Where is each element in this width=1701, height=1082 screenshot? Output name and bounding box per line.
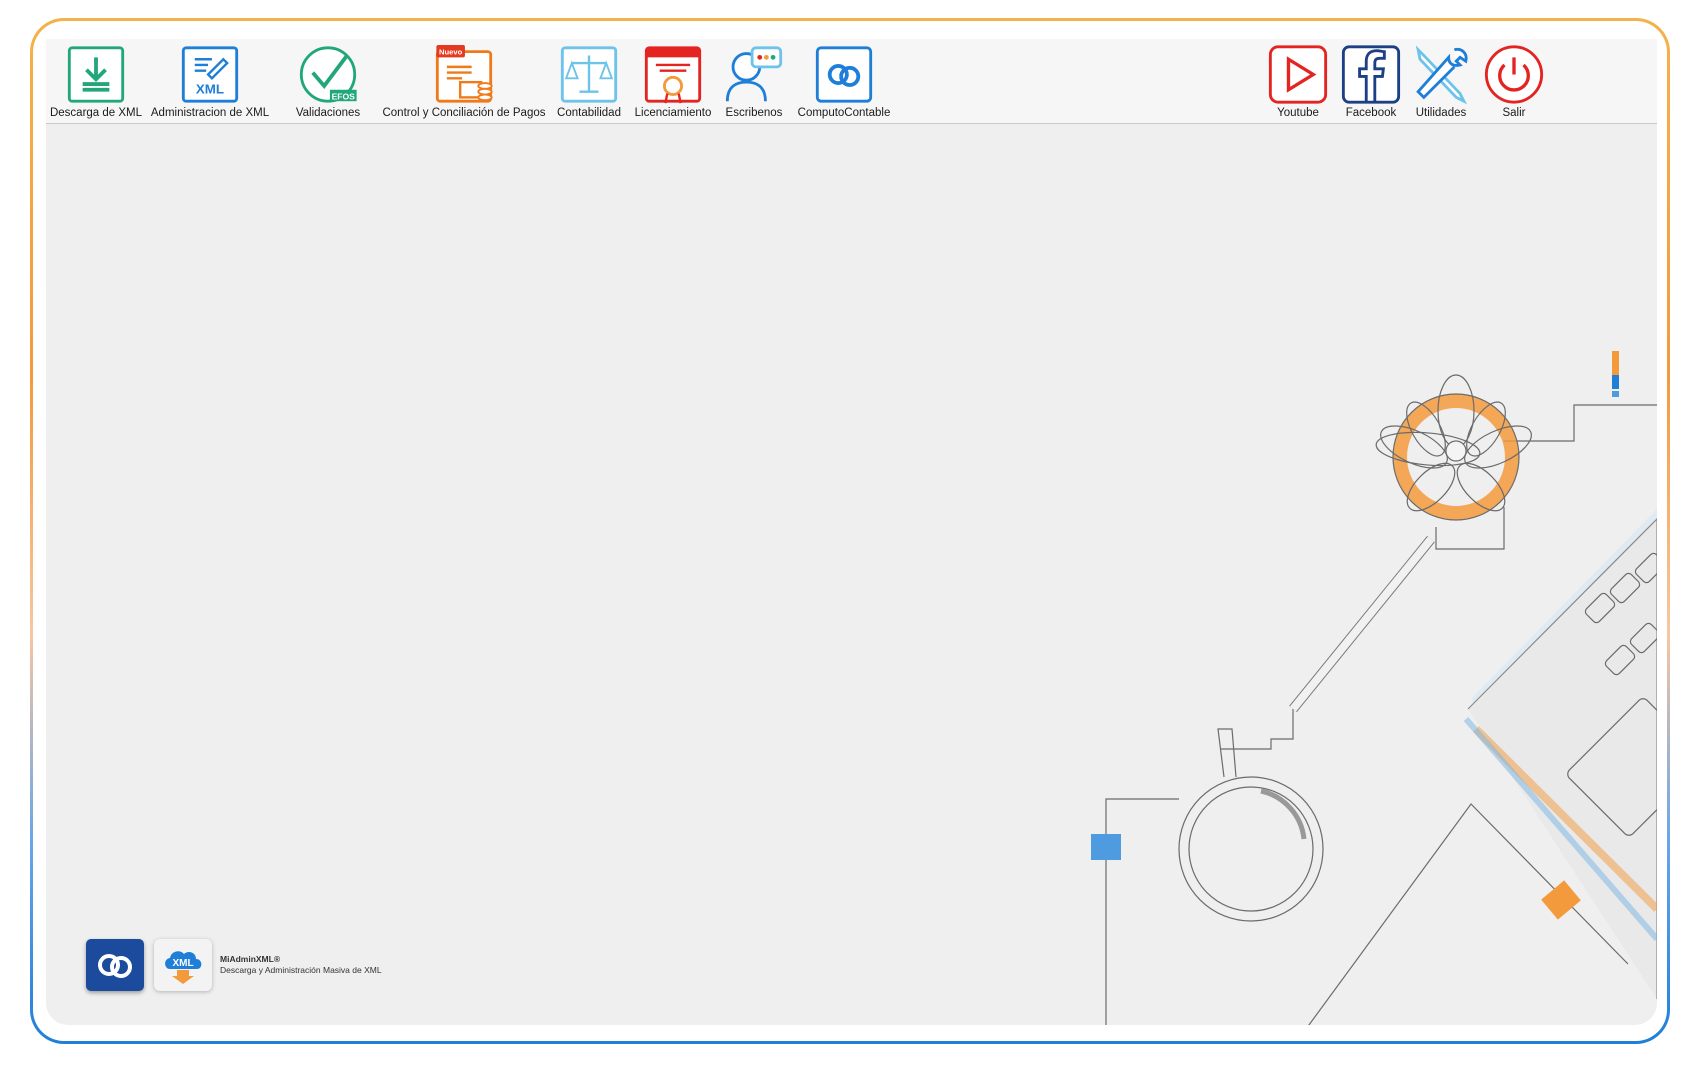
toolbar-administracion-xml[interactable]: XML Administracion de XML <box>150 44 270 120</box>
toolbar-descarga-xml[interactable]: Descarga de XML <box>49 44 143 120</box>
nuevo-badge: Nuevo <box>439 47 463 56</box>
toolbar-utilidades[interactable]: Utilidades <box>1408 44 1474 120</box>
toolbar-item-label: Contabilidad <box>557 107 621 119</box>
app-window-frame: Descarga de XML XML Administracion de XM… <box>30 18 1670 1044</box>
toolbar-item-label: Youtube <box>1277 107 1319 119</box>
toolbar-youtube[interactable]: Youtube <box>1266 44 1330 120</box>
miadminxml-logo: XML <box>154 939 212 991</box>
toolbar-item-label: Administracion de XML <box>150 107 270 119</box>
toolbar-item-label: Escribenos <box>725 107 783 119</box>
brand-name: MiAdminXML® <box>220 954 281 964</box>
toolbar-facebook[interactable]: Facebook <box>1336 44 1406 120</box>
toolbar-salir[interactable]: Salir <box>1482 44 1546 120</box>
toolbar-computo-contable[interactable]: ComputoContable <box>796 44 892 120</box>
toolbar-licenciamiento[interactable]: Licenciamiento <box>630 44 716 120</box>
toolbar-item-label: Utilidades <box>1415 107 1467 119</box>
license-certificate-icon <box>644 46 702 104</box>
window-inner: Descarga de XML XML Administracion de XM… <box>33 21 1667 1041</box>
toolbar-escribenos[interactable]: Escribenos <box>720 44 788 120</box>
toolbar-control-conciliacion-pagos[interactable]: Nuevo Control y Conciliación de Pagos <box>378 44 550 120</box>
infinity-logo-icon <box>98 954 132 978</box>
facebook-icon <box>1341 45 1401 104</box>
toolbar-item-label: Control y Conciliación de Pagos <box>382 107 546 119</box>
tools-icon <box>1415 45 1468 105</box>
payments-icon: Nuevo <box>435 44 493 103</box>
efos-check-icon: EFOS <box>299 46 357 103</box>
toolbar-item-label: Licenciamiento <box>634 107 712 119</box>
desk-illustration <box>1091 351 1657 1025</box>
brand-text: MiAdminXML® Descarga y Administración Ma… <box>220 954 382 976</box>
power-icon <box>1484 45 1544 104</box>
toolbar-item-label: ComputoContable <box>797 107 891 119</box>
toolbar-item-label: Validaciones <box>295 107 361 119</box>
brand-tagline: Descarga y Administración Masiva de XML <box>220 965 382 975</box>
main-workspace: Descarga de XML XML Administracion de XM… <box>46 39 1657 1025</box>
scale-icon <box>560 46 618 103</box>
download-icon <box>67 46 125 103</box>
svg-text:XML: XML <box>196 82 224 97</box>
computo-contable-logo <box>86 939 144 991</box>
toolbar-contabilidad[interactable]: Contabilidad <box>554 44 624 120</box>
toolbar-item-label: Salir <box>1502 107 1526 119</box>
chat-user-icon <box>725 46 783 102</box>
toolbar-item-label: Descarga de XML <box>49 107 143 119</box>
toolbar-validaciones[interactable]: EFOS Validaciones <box>288 44 368 120</box>
main-toolbar: Descarga de XML XML Administracion de XM… <box>46 39 1657 124</box>
xml-edit-icon: XML <box>181 46 239 103</box>
svg-text:EFOS: EFOS <box>332 91 356 101</box>
svg-text:XML: XML <box>172 958 193 969</box>
youtube-icon <box>1268 45 1328 104</box>
toolbar-item-label: Facebook <box>1345 107 1397 119</box>
computo-contable-icon <box>815 46 873 103</box>
xml-cloud-download-icon: XML <box>165 951 202 984</box>
brand-footer: XML MiAdminXML® Descarga y Administració… <box>86 939 382 991</box>
